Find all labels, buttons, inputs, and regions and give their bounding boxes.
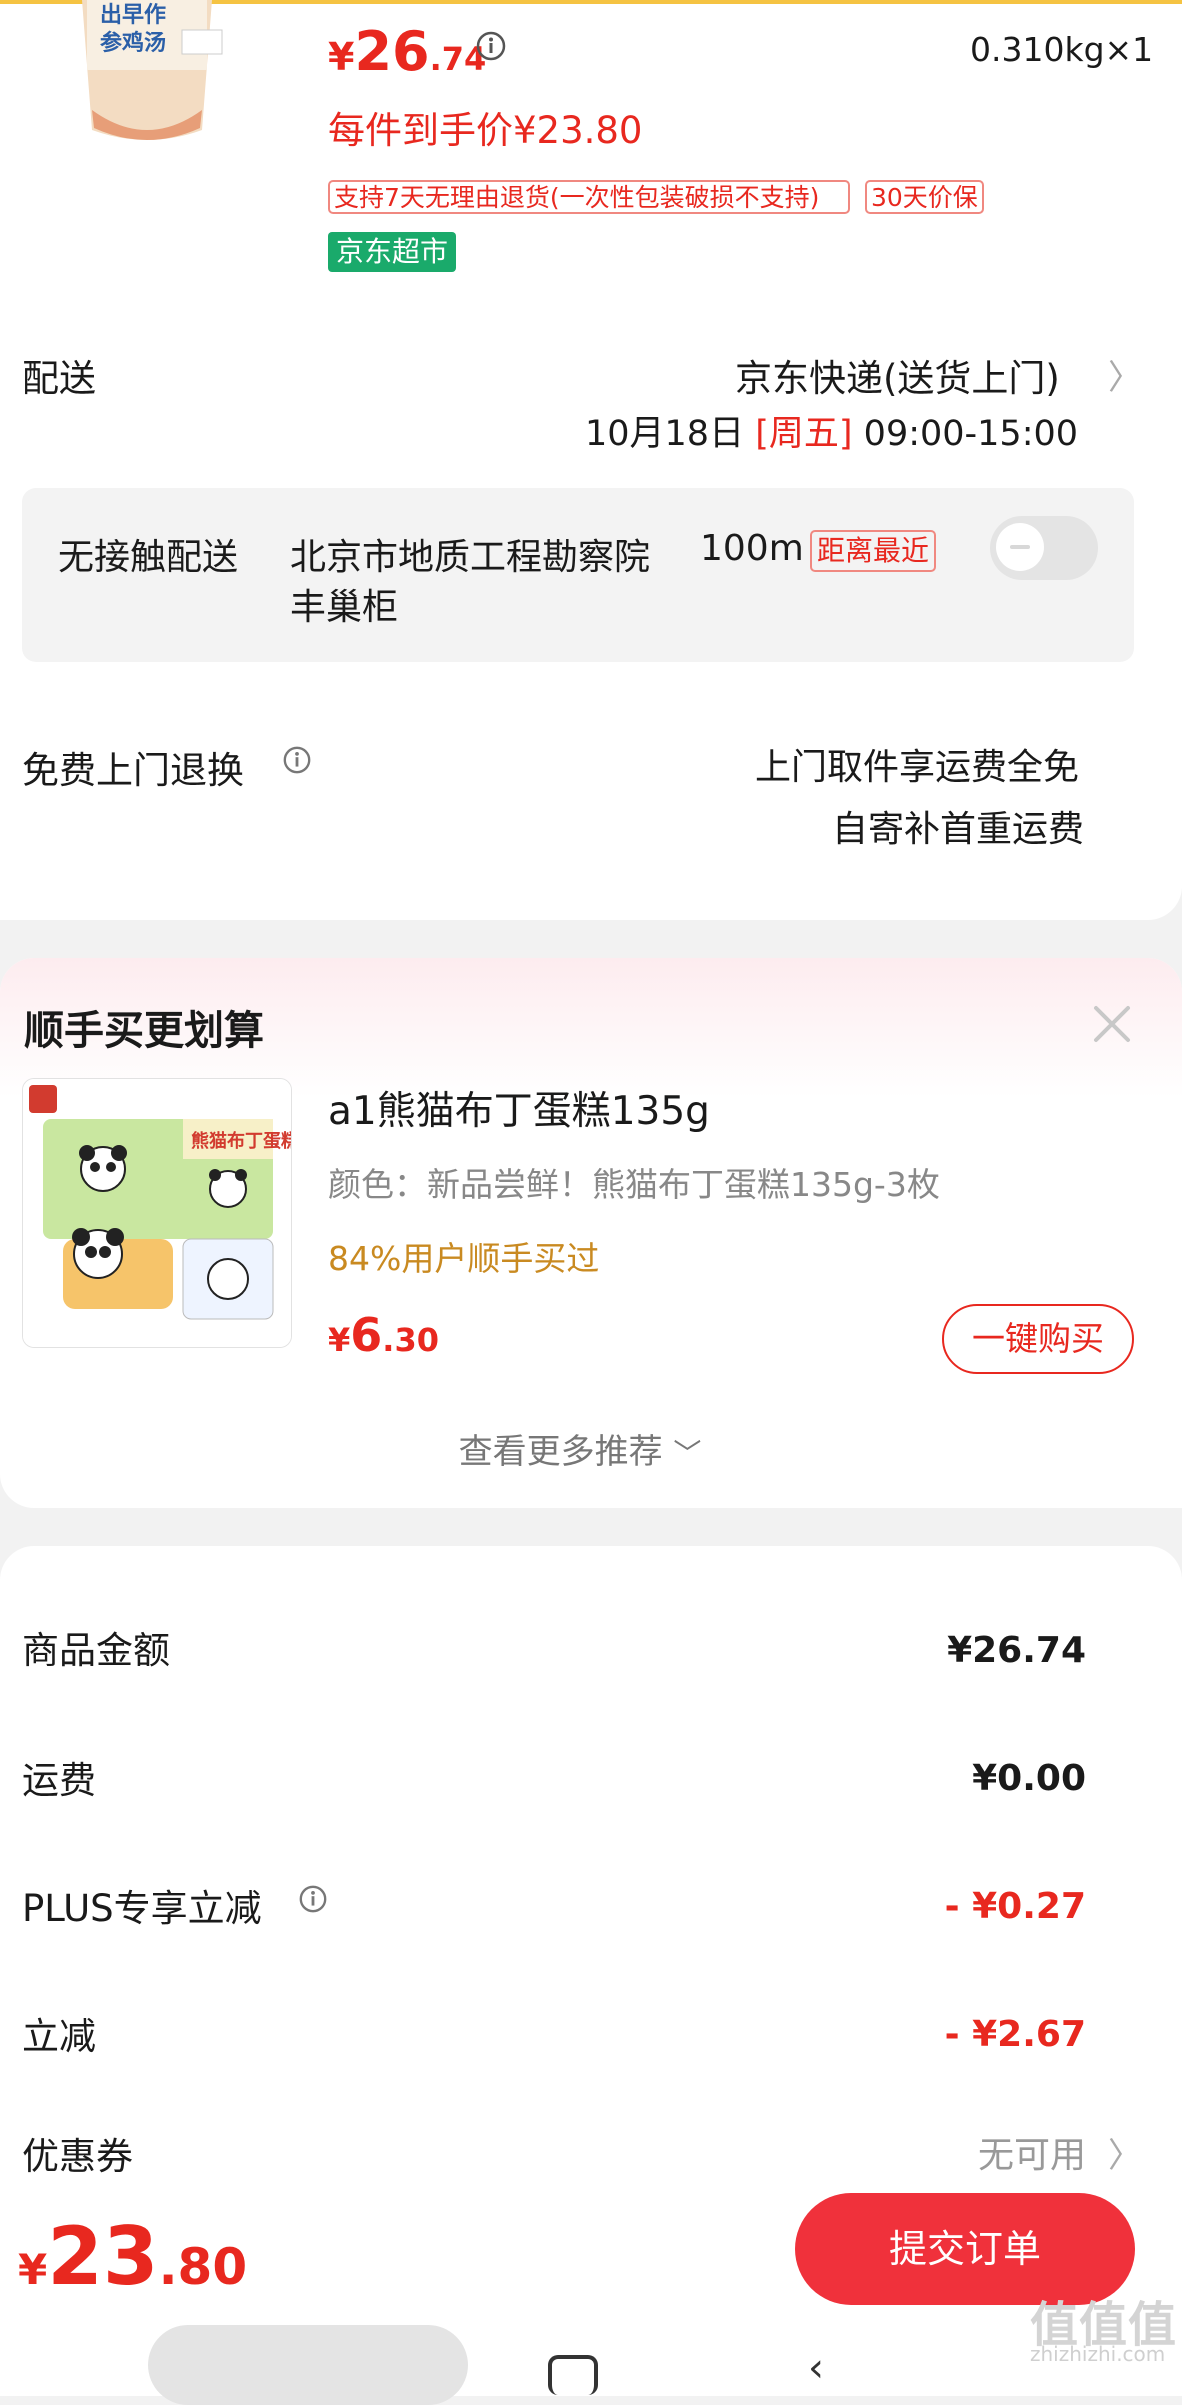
plus-discount-value: - ¥0.27 — [944, 1886, 1086, 1927]
locker-address: 北京市地质工程勘察院 — [290, 537, 651, 578]
contactless-toggle[interactable] — [990, 516, 1098, 580]
free-return-label: 免费上门退换 — [22, 749, 244, 792]
instant-discount-label: 立减 — [22, 2015, 96, 2058]
goods-amount-label: 商品金额 — [22, 1629, 170, 1672]
panda-cake-image-text: 熊猫布丁蛋糕 — [191, 1130, 291, 1152]
return-info-line2: 自寄补首重运费 — [832, 809, 1085, 850]
recommend-bought-rate: 84%用户顺手买过 — [328, 1239, 600, 1278]
product-thumbnail[interactable]: 出早作 参鸡汤 — [62, 0, 232, 150]
plus-discount-label: PLUS专享立减 — [22, 1887, 262, 1930]
more-recommendations-link[interactable]: 查看更多推荐 ﹀ — [0, 1424, 1160, 1473]
goods-amount-value: ¥26.74 — [947, 1630, 1086, 1671]
info-icon[interactable] — [475, 30, 507, 62]
shipping-fee-value: ¥0.00 — [972, 1758, 1086, 1799]
shipping-method[interactable]: 京东快递(送货上门) — [735, 348, 1060, 402]
nav-back-icon[interactable]: ‹ — [808, 2345, 824, 2391]
close-icon[interactable] — [1088, 1000, 1136, 1048]
nav-recent-icon[interactable] — [548, 2355, 598, 2395]
toggle-knob — [996, 523, 1044, 571]
shipping-time[interactable]: 10月18日 [周五] 09:00-15:00 — [585, 405, 1078, 456]
coupon-label: 优惠券 — [22, 2135, 133, 2178]
chevron-right-icon[interactable]: 〉 — [1108, 2128, 1142, 2177]
chevron-down-icon: ﹀ — [673, 1437, 702, 1470]
product-quantity: 0.310kg×1 — [970, 30, 1154, 69]
thumb-text-line1: 出早作 — [100, 3, 166, 28]
shipping-fee-label: 运费 — [22, 1759, 96, 1802]
coupon-value[interactable]: 无可用 — [978, 2126, 1086, 2178]
info-icon[interactable] — [282, 745, 312, 775]
locker-name: 丰巢柜 — [290, 587, 399, 628]
chevron-right-icon[interactable]: 〉 — [1108, 350, 1142, 399]
total-price: ¥23.80 — [18, 2210, 248, 2303]
contactless-label: 无接触配送 — [58, 537, 239, 578]
panda-cake-image: 熊猫布丁蛋糕 — [23, 1079, 291, 1347]
thumb-text-line2: 参鸡汤 — [100, 30, 166, 56]
shipping-label: 配送 — [22, 357, 96, 400]
locker-distance: 100m — [700, 528, 804, 569]
recommend-product-image[interactable]: 熊猫布丁蛋糕 — [22, 1078, 292, 1348]
watermark-site: zhizhizhi.com — [1030, 2342, 1166, 2366]
store-badge: 京东超市 — [328, 232, 457, 272]
recommend-product-spec: 颜色：新品尝鲜！熊猫布丁蛋糕135g-3枚 — [328, 1165, 940, 1204]
nav-home-pill[interactable] — [148, 2325, 468, 2405]
price-protect-tag: 30天价保 — [865, 180, 984, 214]
return-policy-tag: 支持7天无理由退货(一次性包装破损不支持) — [328, 180, 850, 214]
nearest-badge: 距离最近 — [810, 530, 937, 572]
info-icon[interactable] — [298, 1884, 328, 1914]
return-info-line1: 上门取件享运费全免 — [755, 747, 1080, 788]
one-click-buy-button[interactable]: 一键购买 — [942, 1304, 1134, 1374]
recommend-title: 顺手买更划算 — [24, 1008, 264, 1054]
instant-discount-value: - ¥2.67 — [944, 2014, 1086, 2055]
recommend-product-name[interactable]: a1熊猫布丁蛋糕135g — [328, 1080, 710, 1136]
product-price: ¥26.74 — [328, 20, 487, 83]
hand-price: 每件到手价¥23.80 — [328, 109, 643, 152]
recommend-price: ¥6.30 — [328, 1308, 439, 1362]
